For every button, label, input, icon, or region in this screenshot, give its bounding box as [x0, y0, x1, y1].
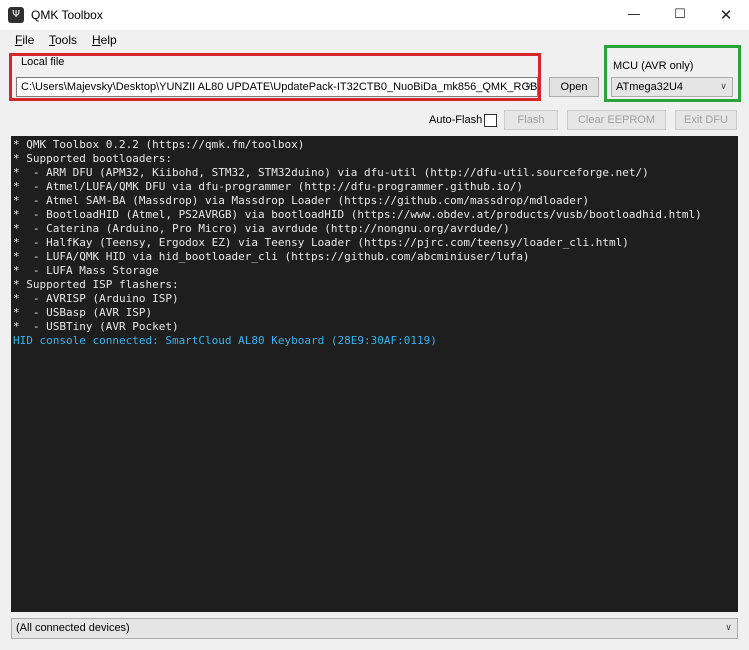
chevron-down-icon[interactable]: ∨	[720, 619, 737, 638]
console-line: * - HalfKay (Teensy, Ergodox EZ) via Tee…	[13, 236, 629, 249]
console-line: * - Atmel SAM-BA (Massdrop) via Massdrop…	[13, 194, 590, 207]
console-line: * QMK Toolbox 0.2.2 (https://qmk.fm/tool…	[13, 138, 305, 151]
console-line: * Supported bootloaders:	[13, 152, 172, 165]
mcu-highlight	[604, 45, 741, 102]
console-line: * - LUFA Mass Storage	[13, 264, 159, 277]
close-button[interactable]: ✕	[703, 0, 749, 30]
local-file-highlight	[9, 53, 541, 101]
console-line: * - Atmel/LUFA/QMK DFU via dfu-programme…	[13, 180, 523, 193]
console-line: * - Caterina (Arduino, Pro Micro) via av…	[13, 222, 510, 235]
console-line: * - USBTiny (AVR Pocket)	[13, 320, 179, 333]
exit-dfu-button[interactable]: Exit DFU	[675, 110, 737, 130]
minimize-button[interactable]: —	[611, 0, 657, 30]
window-title: QMK Toolbox	[31, 8, 103, 22]
maximize-button[interactable]: ☐	[657, 0, 703, 30]
device-filter-value: (All connected devices)	[16, 622, 130, 634]
qmk-logo-icon: Ψ	[8, 7, 24, 23]
open-button[interactable]: Open	[549, 77, 599, 97]
menu-help[interactable]: Help	[92, 33, 117, 47]
console-line: * - BootloadHID (Atmel, PS2AVRGB) via bo…	[13, 208, 702, 221]
console-output[interactable]: * QMK Toolbox 0.2.2 (https://qmk.fm/tool…	[11, 136, 738, 612]
console-line: * Supported ISP flashers:	[13, 278, 179, 291]
console-line: * - LUFA/QMK HID via hid_bootloader_cli …	[13, 250, 530, 263]
flash-button[interactable]: Flash	[504, 110, 558, 130]
auto-flash-checkbox[interactable]	[484, 114, 497, 127]
console-line: * - USBasp (AVR ISP)	[13, 306, 153, 319]
title-bar: Ψ QMK Toolbox — ☐ ✕	[0, 0, 749, 30]
console-lines: * QMK Toolbox 0.2.2 (https://qmk.fm/tool…	[13, 138, 702, 348]
console-line: * - ARM DFU (APM32, Kiibohd, STM32, STM3…	[13, 166, 649, 179]
menu-tools[interactable]: Tools	[49, 33, 77, 47]
auto-flash-label: Auto-Flash	[429, 114, 483, 126]
clear-eeprom-button[interactable]: Clear EEPROM	[567, 110, 666, 130]
device-filter-select[interactable]: (All connected devices) ∨	[11, 618, 738, 639]
menu-file[interactable]: File	[15, 33, 34, 47]
console-line: * - AVRISP (Arduino ISP)	[13, 292, 179, 305]
console-line: HID console connected: SmartCloud AL80 K…	[13, 334, 437, 347]
